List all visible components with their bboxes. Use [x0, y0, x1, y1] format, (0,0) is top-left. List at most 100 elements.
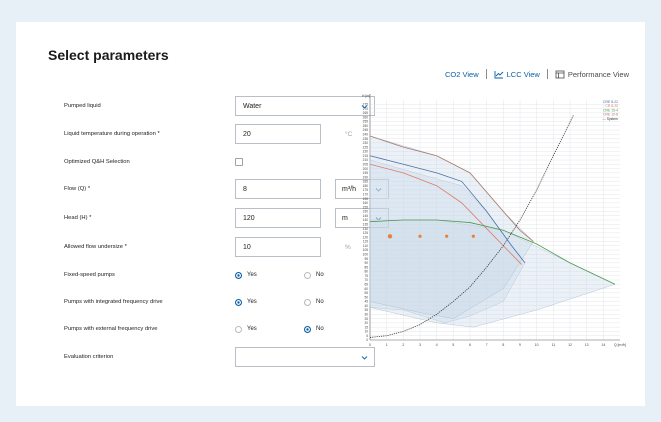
- y-tick-label: 105: [363, 248, 369, 252]
- undersize-unit: %: [345, 243, 351, 251]
- co2-view-link[interactable]: CO2 View: [445, 70, 479, 79]
- liquid-temp-input[interactable]: 20: [235, 124, 321, 144]
- view-switcher: CO2 View LCC View Performance View: [445, 69, 629, 79]
- lcc-view-link[interactable]: LCC View: [494, 70, 540, 79]
- x-tick-label: 0: [369, 343, 371, 347]
- integrated-freq-label: Pumps with integrated frequency drive: [64, 299, 163, 305]
- head-label: Head (H) *: [64, 215, 92, 221]
- y-tick-label: 205: [363, 162, 369, 166]
- y-tick-label: 80: [364, 270, 368, 274]
- y-tick-label: 60: [364, 287, 368, 291]
- y-tick-label: 220: [363, 150, 369, 154]
- fixed-speed-yes-radio[interactable]: Yes: [235, 271, 257, 279]
- radio-unselected-icon: [304, 271, 311, 279]
- flow-row: Flow (Q) * 8 m³/h: [48, 179, 389, 199]
- y-tick-label: 35: [364, 308, 368, 312]
- y-tick-label: 115: [363, 240, 368, 244]
- y-tick-label: 0: [366, 338, 368, 342]
- y-tick-label: 250: [363, 124, 369, 128]
- x-tick-label: 13: [585, 343, 589, 347]
- evaluation-select[interactable]: [235, 347, 375, 367]
- performance-icon: [555, 70, 565, 78]
- view-divider: [485, 69, 487, 79]
- integrated-freq-row: Pumps with integrated frequency drive Ye…: [48, 292, 348, 312]
- head-value: 120: [243, 214, 255, 222]
- y-tick-label: 260: [363, 115, 369, 119]
- integrated-freq-yes-radio[interactable]: Yes: [235, 298, 257, 306]
- y-tick-label: 265: [363, 111, 369, 115]
- y-tick-label: 170: [363, 192, 369, 196]
- line-chart-icon: [494, 70, 503, 78]
- x-tick-label: 12: [568, 343, 572, 347]
- fixed-speed-no-label: No: [316, 272, 324, 278]
- y-tick-label: 140: [363, 218, 369, 222]
- head-unit-value: m: [342, 214, 348, 222]
- head-input[interactable]: 120: [235, 208, 321, 228]
- pumped-liquid-select[interactable]: Water: [235, 96, 375, 116]
- performance-view-link[interactable]: Performance View: [555, 70, 629, 79]
- optimized-row: Optimized Q&H Selection: [48, 152, 348, 172]
- y-tick-label: 200: [363, 167, 369, 171]
- head-row: Head (H) * 120 m: [48, 208, 389, 228]
- y-tick-label: 230: [363, 141, 369, 145]
- y-tick-label: 150: [363, 210, 369, 214]
- y-tick-label: 165: [363, 197, 369, 201]
- y-tick-label: 175: [363, 188, 369, 192]
- y-tick-label: 215: [363, 154, 369, 158]
- x-tick-label: 4: [436, 343, 438, 347]
- x-tick-label: 2: [402, 343, 404, 347]
- y-tick-label: 225: [363, 145, 369, 149]
- undersize-input[interactable]: 10: [235, 237, 321, 257]
- performance-view-label: Performance View: [567, 69, 629, 79]
- performance-chart: 0 5 10 15 20 25 30 35 40 45 50 55 60 65 70 75 80 85 90 95 10…: [358, 88, 626, 350]
- x-tick-label: 9: [519, 343, 521, 347]
- view-divider: [546, 69, 548, 79]
- performance-chart-svg: 0510152025303540455055606570758085909510…: [362, 94, 626, 347]
- x-tick-label: 7: [486, 343, 488, 347]
- y-tick-label: 90: [364, 261, 368, 265]
- y-tick-label: 45: [364, 300, 368, 304]
- fixed-speed-yes-label: Yes: [247, 272, 257, 278]
- external-freq-no-radio[interactable]: No: [304, 325, 324, 333]
- x-tick-label: 11: [552, 343, 556, 347]
- y-tick-label: 245: [363, 128, 369, 132]
- y-tick-label: 240: [363, 132, 369, 136]
- x-tick-label: 5: [452, 343, 454, 347]
- flow-unit-value: m³/h: [342, 185, 356, 193]
- x-tick-label: 10: [535, 343, 539, 347]
- y-tick-label: 120: [363, 235, 369, 239]
- external-freq-row: Pumps with external frequency drive Yes …: [48, 319, 348, 339]
- y-tick-label: 40: [364, 304, 368, 308]
- optimized-label: Optimized Q&H Selection: [64, 159, 130, 165]
- optimized-checkbox[interactable]: [235, 158, 243, 166]
- y-tick-label: 275: [363, 102, 369, 106]
- y-tick-label: 110: [363, 244, 368, 248]
- flow-label: Flow (Q) *: [64, 186, 91, 192]
- x-tick-label: 6: [469, 343, 471, 347]
- y-axis-label: H [m]: [362, 94, 370, 98]
- radio-unselected-icon: [235, 325, 242, 333]
- y-tick-label: 5: [366, 334, 368, 338]
- integrated-freq-yes-label: Yes: [247, 299, 257, 305]
- flow-input[interactable]: 8: [235, 179, 321, 199]
- x-tick-label: 14: [601, 343, 605, 347]
- duty-point: [471, 234, 475, 238]
- evaluation-label: Evaluation criterion: [64, 354, 114, 360]
- fixed-speed-no-radio[interactable]: No: [304, 271, 324, 279]
- y-tick-label: 135: [363, 222, 369, 226]
- external-freq-no-label: No: [316, 326, 324, 332]
- legend-entry: --- System: [602, 117, 618, 121]
- chevron-down-icon: [361, 356, 368, 360]
- integrated-freq-no-radio[interactable]: No: [304, 298, 324, 306]
- y-tick-label: 145: [363, 214, 369, 218]
- lcc-view-label: LCC View: [506, 69, 540, 79]
- y-tick-label: 270: [363, 107, 369, 111]
- y-tick-label: 130: [363, 227, 369, 231]
- undersize-label: Allowed flow undersize *: [64, 244, 127, 250]
- x-tick-label: 1: [386, 343, 388, 347]
- radio-selected-icon: [235, 271, 242, 279]
- external-freq-yes-radio[interactable]: Yes: [235, 325, 257, 333]
- undersize-value: 10: [243, 243, 251, 251]
- liquid-temp-value: 20: [243, 130, 251, 138]
- fixed-speed-row: Fixed-speed pumps Yes No: [48, 265, 348, 285]
